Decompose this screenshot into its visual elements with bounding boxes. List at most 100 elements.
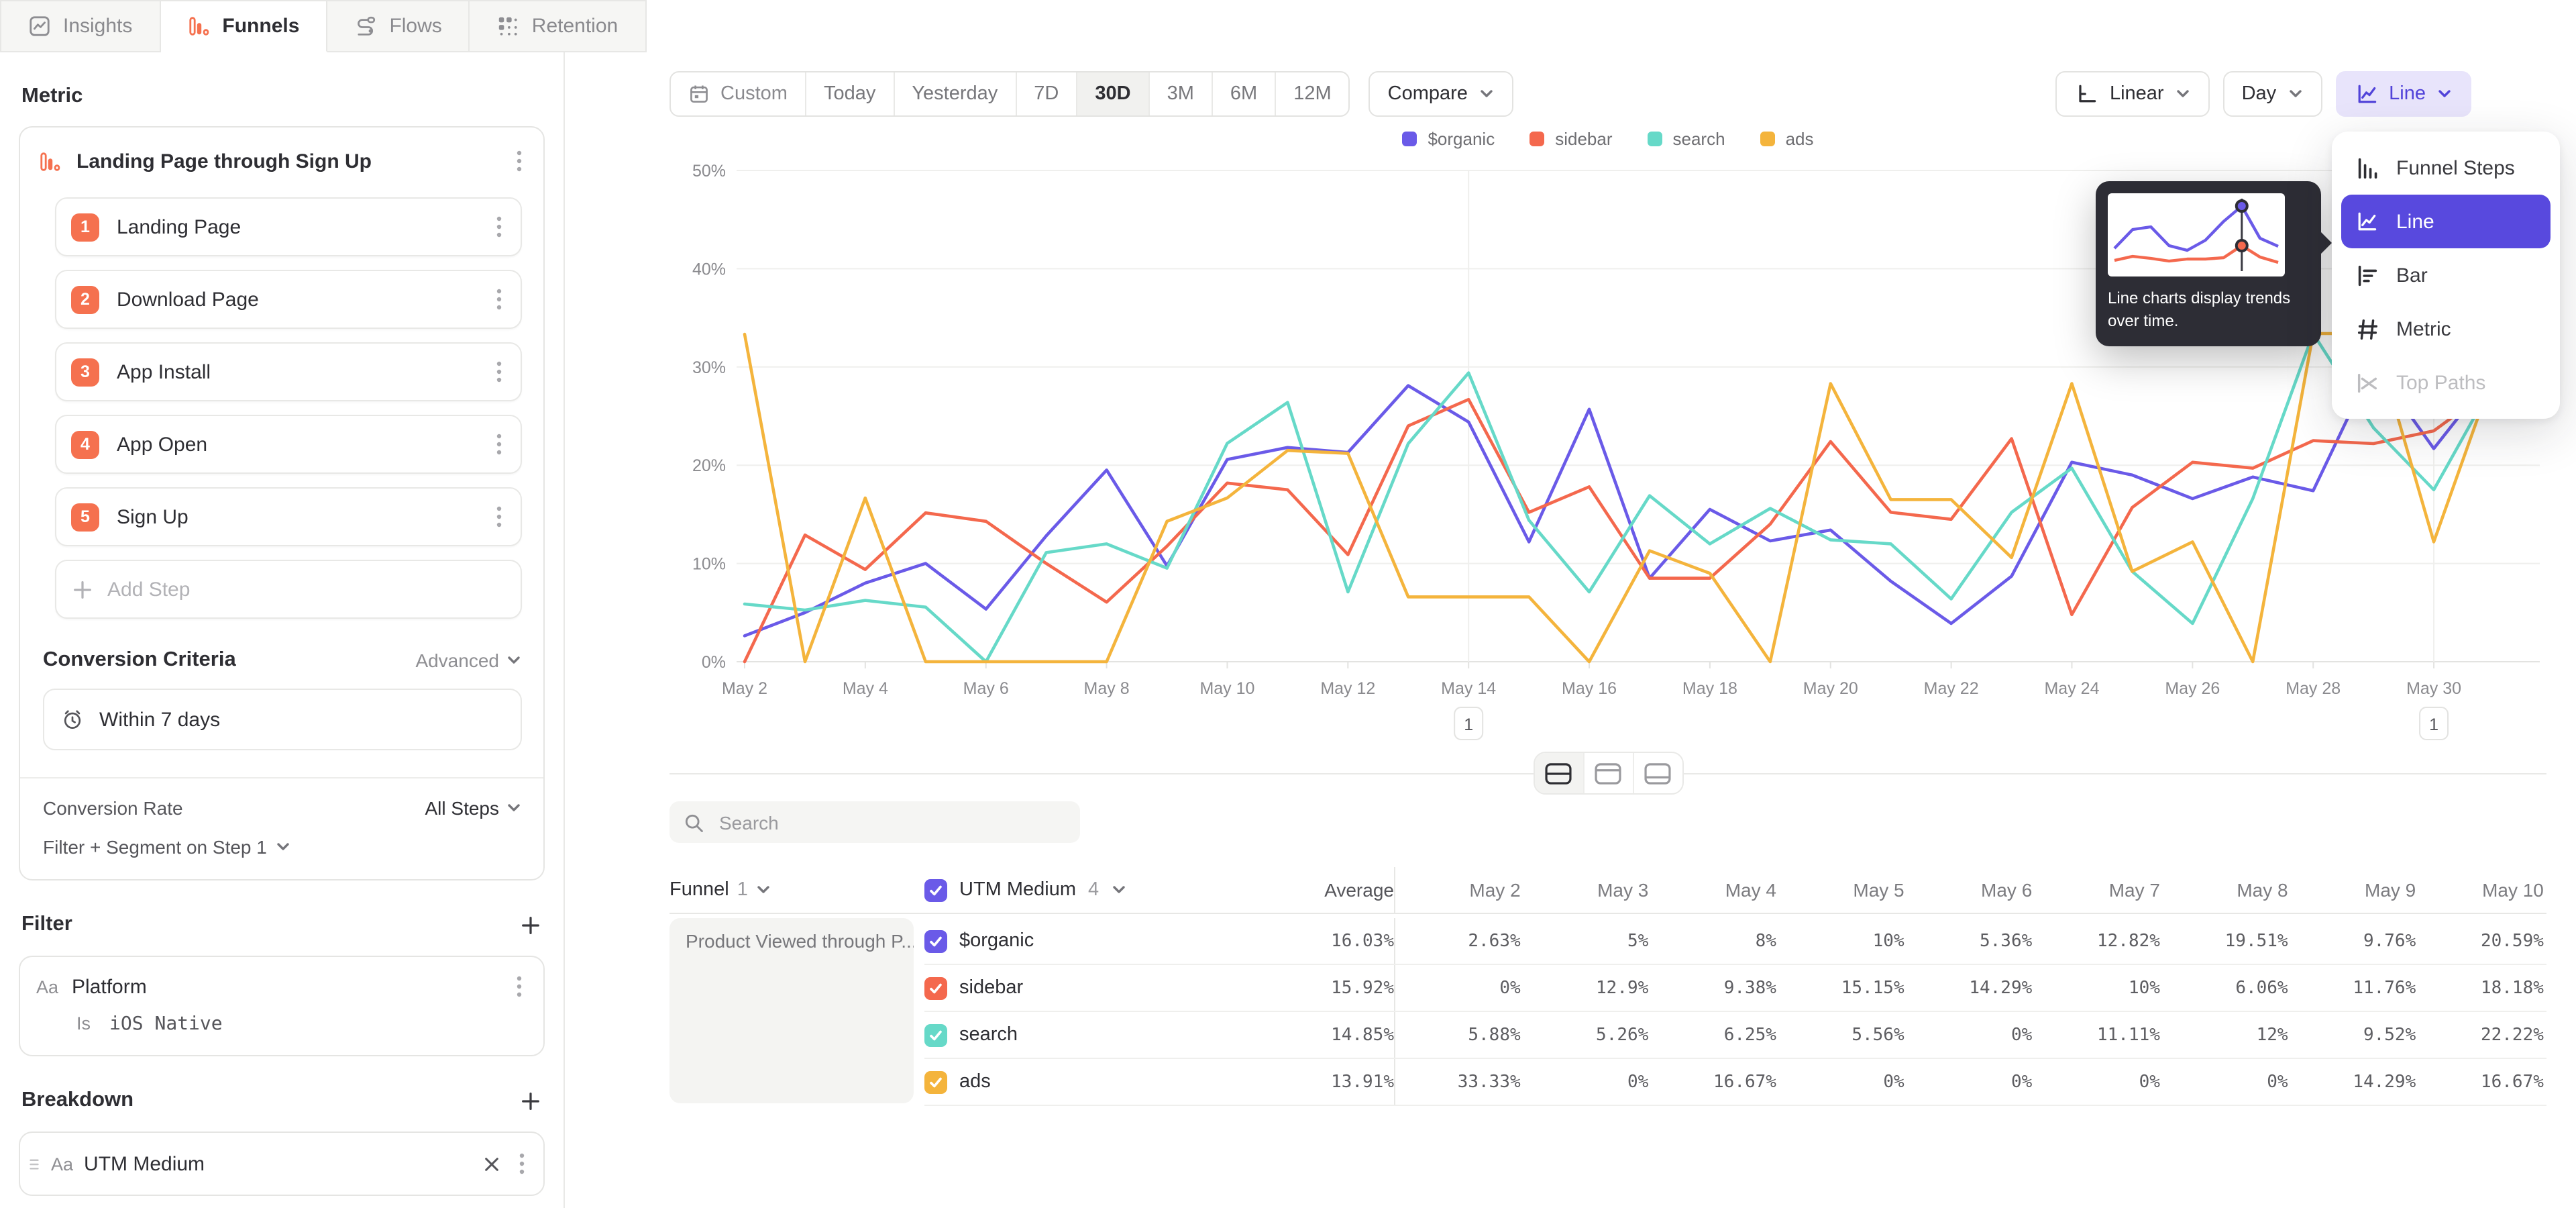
funnel-icon	[39, 150, 62, 172]
chart-legend: $organic sidebar search ads	[669, 125, 2546, 152]
series-checkbox[interactable]	[924, 1023, 947, 1046]
granularity-dropdown[interactable]: Day	[2223, 71, 2322, 117]
menu-item-bar[interactable]: Bar	[2341, 248, 2551, 302]
cell-value: 10%	[2035, 978, 2163, 998]
legend-item[interactable]: sidebar	[1529, 128, 1612, 148]
compare-button[interactable]: Compare	[1369, 71, 1513, 117]
remove-breakdown-icon[interactable]	[480, 1152, 503, 1175]
date-column-header[interactable]: May 8	[2163, 879, 2291, 901]
tooltip-text: Line charts display trends over time.	[2108, 287, 2309, 332]
range-3m[interactable]: 3M	[1148, 72, 1212, 115]
filter-segment-dropdown[interactable]: Filter + Segment on Step 1	[43, 836, 522, 858]
metric-title: Landing Page through Sign Up	[76, 150, 496, 172]
split-view-button[interactable]	[1534, 753, 1582, 793]
date-column-header[interactable]: May 3	[1523, 879, 1652, 901]
filter-value[interactable]: iOS Native	[109, 1013, 223, 1035]
kebab-menu-icon[interactable]	[491, 213, 507, 240]
funnel-step-row[interactable]: 2Download Page	[55, 270, 522, 329]
tab-label: Retention	[532, 15, 618, 38]
kebab-menu-icon[interactable]	[511, 148, 527, 174]
average-value: 14.85%	[1254, 1025, 1394, 1045]
menu-item-line[interactable]: Line	[2341, 195, 2551, 248]
x-axis-tick: May 4	[843, 679, 888, 698]
legend-item[interactable]: search	[1648, 128, 1725, 148]
step-number-badge: 5	[71, 503, 99, 531]
date-column-header[interactable]: May 7	[2035, 879, 2163, 901]
kebab-menu-icon[interactable]	[491, 431, 507, 458]
tab-flows[interactable]: Flows	[327, 0, 470, 52]
funnel-name-cell[interactable]: Product Viewed through P...	[669, 918, 914, 1103]
range-12m[interactable]: 12M	[1275, 72, 1348, 115]
filter-card[interactable]: Aa Platform Is iOS Native	[19, 956, 545, 1056]
top-paths-icon	[2353, 370, 2380, 395]
breakdown-column-header[interactable]: UTM Medium 4	[924, 878, 1254, 901]
date-column-header[interactable]: May 9	[2291, 879, 2419, 901]
funnel-step-row[interactable]: 3App Install	[55, 342, 522, 401]
kebab-menu-icon[interactable]	[491, 358, 507, 385]
funnel-step-row[interactable]: 4App Open	[55, 415, 522, 474]
funnel-step-row[interactable]: 5Sign Up	[55, 487, 522, 546]
add-step-button[interactable]: Add Step	[55, 560, 522, 619]
tab-label: Flows	[389, 15, 441, 38]
kebab-menu-icon[interactable]	[511, 973, 527, 1000]
tab-insights[interactable]: Insights	[0, 0, 160, 52]
series-line-organic[interactable]	[745, 364, 2494, 636]
legend-swatch	[1402, 131, 1417, 146]
search-input[interactable]	[716, 810, 1067, 834]
series-checkbox[interactable]	[924, 929, 947, 952]
chart-panel-view-button[interactable]	[1582, 753, 1632, 793]
series-checkbox[interactable]	[924, 1070, 947, 1093]
series-name: search	[959, 1024, 1018, 1046]
table-search[interactable]	[669, 801, 1080, 843]
date-column-header[interactable]: May 10	[2418, 879, 2546, 901]
retention-icon	[497, 15, 520, 38]
x-axis-tick: May 10	[1199, 679, 1254, 698]
tab-retention[interactable]: Retention	[470, 0, 646, 52]
funnel-column-header[interactable]: Funnel 1	[669, 879, 924, 901]
x-axis-tick: May 22	[1924, 679, 1979, 698]
legend-item[interactable]: $organic	[1402, 128, 1495, 148]
date-column-header[interactable]: May 6	[1907, 879, 2035, 901]
range-custom[interactable]: Custom	[671, 72, 805, 115]
kebab-menu-icon[interactable]	[514, 1150, 530, 1177]
series-checkbox[interactable]	[924, 976, 947, 999]
cell-value: 16.67%	[2418, 1072, 2546, 1092]
tab-funnels[interactable]: Funnels	[160, 0, 327, 52]
metric-header[interactable]: Landing Page through Sign Up	[20, 128, 543, 192]
filter-segment-label: Filter + Segment on Step 1	[43, 836, 267, 858]
conversion-rate-dropdown[interactable]: All Steps	[425, 797, 523, 819]
cell-value: 9.52%	[2291, 1025, 2419, 1045]
linear-axis-icon	[2075, 82, 2099, 106]
filter-property: Platform	[72, 975, 498, 998]
y-axis-tick: 30%	[692, 358, 726, 377]
advanced-dropdown[interactable]: Advanced	[415, 650, 522, 671]
add-filter-button[interactable]	[519, 913, 542, 936]
date-column-header[interactable]: May 2	[1395, 879, 1523, 901]
menu-item-metric[interactable]: Metric	[2341, 302, 2551, 356]
range-6m[interactable]: 6M	[1212, 72, 1275, 115]
conversion-window-row[interactable]: Within 7 days	[43, 689, 522, 750]
menu-item-funnel-steps[interactable]: Funnel Steps	[2341, 141, 2551, 195]
cell-value: 6.06%	[2163, 978, 2291, 998]
date-column-header[interactable]: May 4	[1651, 879, 1779, 901]
cell-value: 12.82%	[2035, 931, 2163, 951]
range-30d[interactable]: 30D	[1076, 72, 1148, 115]
table-panel-view-button[interactable]	[1632, 753, 1682, 793]
add-breakdown-button[interactable]	[519, 1089, 542, 1112]
range-7d[interactable]: 7D	[1015, 72, 1076, 115]
funnel-step-row[interactable]: 1Landing Page	[55, 197, 522, 256]
range-today[interactable]: Today	[805, 72, 893, 115]
range-yesterday[interactable]: Yesterday	[893, 72, 1015, 115]
analytics-app: InsightsFunnels Flows Retention Metric Lan…	[0, 0, 2576, 1208]
chart-type-dropdown[interactable]: Line	[2335, 71, 2471, 117]
select-all-checkbox[interactable]	[924, 878, 947, 901]
breakdown-card[interactable]: Aa UTM Medium	[19, 1131, 545, 1196]
date-column-header[interactable]: May 5	[1779, 879, 1907, 901]
kebab-menu-icon[interactable]	[491, 286, 507, 313]
x-axis-tick: May 18	[1682, 679, 1737, 698]
scale-dropdown[interactable]: Linear	[2056, 71, 2210, 117]
legend-item[interactable]: ads	[1760, 128, 1814, 148]
average-column-header[interactable]: Average	[1254, 879, 1394, 901]
kebab-menu-icon[interactable]	[491, 503, 507, 530]
drag-handle-icon[interactable]	[28, 1155, 40, 1172]
